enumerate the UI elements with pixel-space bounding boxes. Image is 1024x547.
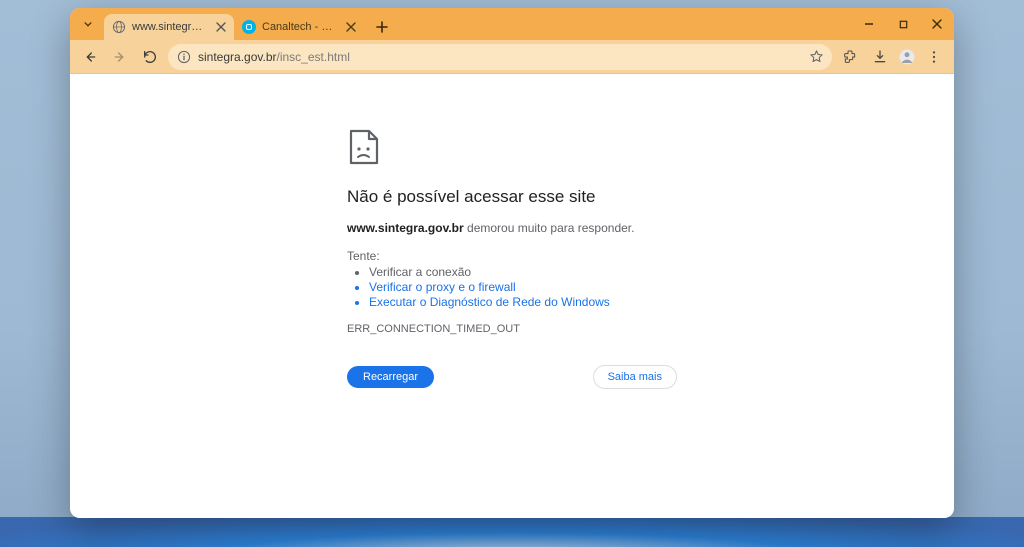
try-label: Tente: — [347, 249, 677, 263]
tabs-dropdown-button[interactable] — [76, 12, 100, 36]
site-info-icon[interactable] — [176, 49, 192, 65]
error-code: ERR_CONNECTION_TIMED_OUT — [347, 323, 677, 335]
reload-page-button[interactable]: Recarregar — [347, 366, 434, 388]
forward-button[interactable] — [108, 45, 132, 69]
new-tab-button[interactable] — [370, 15, 394, 39]
back-button[interactable] — [78, 45, 102, 69]
site-favicon — [242, 20, 256, 34]
error-page: Não é possível acessar esse site www.sin… — [347, 129, 677, 518]
reload-button[interactable] — [138, 45, 162, 69]
tab-canaltech[interactable]: Canaltech - Notícias de Tecnol — [234, 14, 364, 40]
desktop-background-art — [0, 517, 1024, 547]
bookmark-star-icon[interactable] — [809, 49, 824, 64]
suggestion-link[interactable]: Executar o Diagnóstico de Rede do Window… — [369, 295, 677, 309]
tab-title: www.sintegra.gov.br — [132, 21, 208, 33]
url-text: sintegra.gov.br/insc_est.html — [198, 50, 803, 64]
downloads-icon[interactable] — [868, 45, 892, 69]
browser-window: www.sintegra.gov.br Canaltech - Notícias… — [70, 8, 954, 518]
tab-strip: www.sintegra.gov.br Canaltech - Notícias… — [70, 8, 954, 40]
window-close-button[interactable] — [920, 8, 954, 40]
close-tab-icon[interactable] — [344, 20, 358, 34]
sad-page-icon — [347, 129, 677, 165]
page-content: Não é possível acessar esse site www.sin… — [70, 74, 954, 518]
learn-more-button[interactable]: Saiba mais — [593, 365, 677, 389]
close-tab-icon[interactable] — [214, 20, 228, 34]
window-controls — [852, 8, 954, 40]
extensions-icon[interactable] — [838, 45, 862, 69]
toolbar: sintegra.gov.br/insc_est.html — [70, 40, 954, 74]
tab-sintegra[interactable]: www.sintegra.gov.br — [104, 14, 234, 40]
tab-title: Canaltech - Notícias de Tecnol — [262, 21, 338, 33]
error-title: Não é possível acessar esse site — [347, 187, 677, 207]
window-minimize-button[interactable] — [852, 8, 886, 40]
menu-icon[interactable] — [922, 45, 946, 69]
suggestion-link[interactable]: Verificar o proxy e o firewall — [369, 280, 677, 294]
suggestion-item: Verificar a conexão — [369, 265, 677, 279]
suggestion-list: Verificar a conexão Verificar o proxy e … — [347, 265, 677, 309]
profile-avatar[interactable] — [898, 48, 916, 66]
window-maximize-button[interactable] — [886, 8, 920, 40]
globe-icon — [112, 20, 126, 34]
error-description: www.sintegra.gov.br demorou muito para r… — [347, 221, 677, 235]
address-bar[interactable]: sintegra.gov.br/insc_est.html — [168, 44, 832, 70]
